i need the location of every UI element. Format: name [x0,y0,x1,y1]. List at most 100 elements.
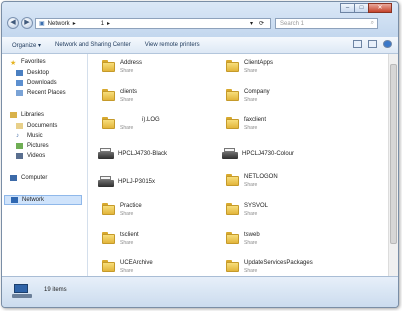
network-sharing-center-button[interactable]: Network and Sharing Center [55,42,131,48]
nav-libraries[interactable]: Libraries [10,112,44,118]
list-item[interactable]: Company Share [226,89,270,103]
item-type: Share [244,211,258,217]
refresh-icon[interactable]: ⟳ [259,20,264,27]
nav-network[interactable]: Network [4,195,82,205]
downloads-icon [16,80,23,86]
breadcrumb-1[interactable]: 1 [101,21,104,27]
nav-item-desktop[interactable]: Desktop [16,70,49,76]
list-item[interactable]: Address Share [102,60,142,74]
printer-icon [222,148,238,161]
nav-computer[interactable]: Computer [10,175,47,181]
item-type: Share [120,125,134,131]
folder-icon [226,117,240,131]
dropdown-icon[interactable]: ▾ [250,20,253,27]
item-type: Share [120,240,134,246]
item-type: Share [244,240,258,246]
nav-libraries-label: Libraries [21,112,45,118]
network-icon: ▣ [39,21,45,27]
nav-item-documents[interactable]: Documents [16,123,57,129]
nav-item-downloads[interactable]: Downloads [16,80,57,86]
list-item[interactable]: HPLJ-P3015x [98,176,155,189]
item-type: Share [120,268,134,274]
minimize-button[interactable]: – [340,3,355,13]
search-input[interactable]: Search 1 ⌕ [275,18,378,29]
list-item[interactable]: clients Share [102,89,137,103]
nav-item-recent-places[interactable]: Recent Places [16,90,66,96]
help-icon[interactable] [383,40,392,48]
folder-icon [226,260,240,274]
list-item[interactable]: HPCLJ4730-Black [98,148,167,161]
item-name: clients [120,89,138,95]
folder-icon [226,203,240,217]
item-name: Practice [120,203,142,209]
breadcrumb-separator[interactable]: ▸ [73,20,76,27]
item-name: UCEArchive [120,260,153,266]
item-type: Share [244,68,258,74]
item-type: Share [120,211,134,217]
nav-favorites[interactable]: ★ Favorites [10,59,46,67]
vertical-scrollbar[interactable] [388,54,398,276]
list-item[interactable]: ClientApps Share [226,60,273,74]
nav-item-label: Videos [27,153,46,159]
folder-icon [226,60,240,74]
folder-icon [102,232,116,246]
forward-button[interactable]: ▶ [21,17,33,29]
nav-item-label: Pictures [27,143,49,149]
list-item[interactable]: UpdateServicesPackages Share [226,260,313,274]
search-placeholder: Search 1 [280,20,305,27]
item-name: SYSVOL [244,203,269,209]
network-icon [11,197,18,203]
item-type: Share [244,268,258,274]
item-count: 19 items [44,287,67,293]
nav-favorites-label: Favorites [21,59,46,65]
nav-item-pictures[interactable]: Pictures [16,143,49,149]
folder-icon [102,117,116,131]
window-controls: – □ ✕ [340,3,392,13]
breadcrumb-separator[interactable]: ▸ [107,20,110,27]
breadcrumb-network[interactable]: Network [48,21,70,27]
item-type: Share [244,182,258,188]
address-bar[interactable]: ▣ Network ▸ 1 ▸ ▾ ⟳ [35,18,271,29]
star-icon: ★ [10,60,17,67]
list-item[interactable]: Practice Share [102,203,142,217]
maximize-button[interactable]: □ [354,3,369,13]
explorer-window: – □ ✕ ◀ ▶ ▣ Network ▸ 1 ▸ ▾ ⟳ Search 1 ⌕… [1,1,399,308]
close-button[interactable]: ✕ [368,3,392,13]
view-options-icon[interactable] [353,40,362,48]
organize-button[interactable]: Organize ▾ [12,42,41,49]
network-computer-icon [12,284,32,299]
back-button[interactable]: ◀ [7,17,19,29]
item-name: ClientApps [244,60,274,66]
list-item[interactable]: HPCLJ4730-Colour [222,148,294,161]
list-item[interactable]: UCEArchive Share [102,260,153,274]
libraries-icon [10,112,17,118]
folder-icon [102,89,116,103]
list-item[interactable]: tsweb Share [226,232,260,246]
pictures-icon [16,143,23,149]
search-icon: ⌕ [370,20,374,26]
preview-pane-icon[interactable] [368,40,377,48]
printer-icon [98,176,114,189]
nav-item-videos[interactable]: Videos [16,153,45,159]
folder-icon [102,60,116,74]
nav-item-label: Downloads [27,80,57,86]
item-name: HPCLJ4730-Colour [242,151,295,157]
list-item[interactable]: faxclient Share [226,117,266,131]
item-name: i).LOG [142,117,160,123]
desktop-icon [16,70,23,76]
folder-icon [226,232,240,246]
item-name: UpdateServicesPackages [244,260,313,266]
nav-item-music[interactable]: ♪ Music [16,133,43,139]
list-item[interactable]: NETLOGON Share [226,174,278,188]
nav-network-label: Network [22,197,45,203]
list-item[interactable]: i).LOG Share [102,117,160,131]
item-name: HPCLJ4730-Black [118,151,168,157]
view-remote-printers-button[interactable]: View remote printers [145,42,200,48]
folder-icon [226,174,240,188]
scroll-thumb[interactable] [390,64,397,244]
item-name: tsweb [244,232,260,238]
list-item[interactable]: tsclient Share [102,232,139,246]
navigation-pane: ★ Favorites Desktop Downloads Recent Pla… [2,54,88,276]
item-name: tsclient [120,232,139,238]
list-item[interactable]: SYSVOL Share [226,203,268,217]
